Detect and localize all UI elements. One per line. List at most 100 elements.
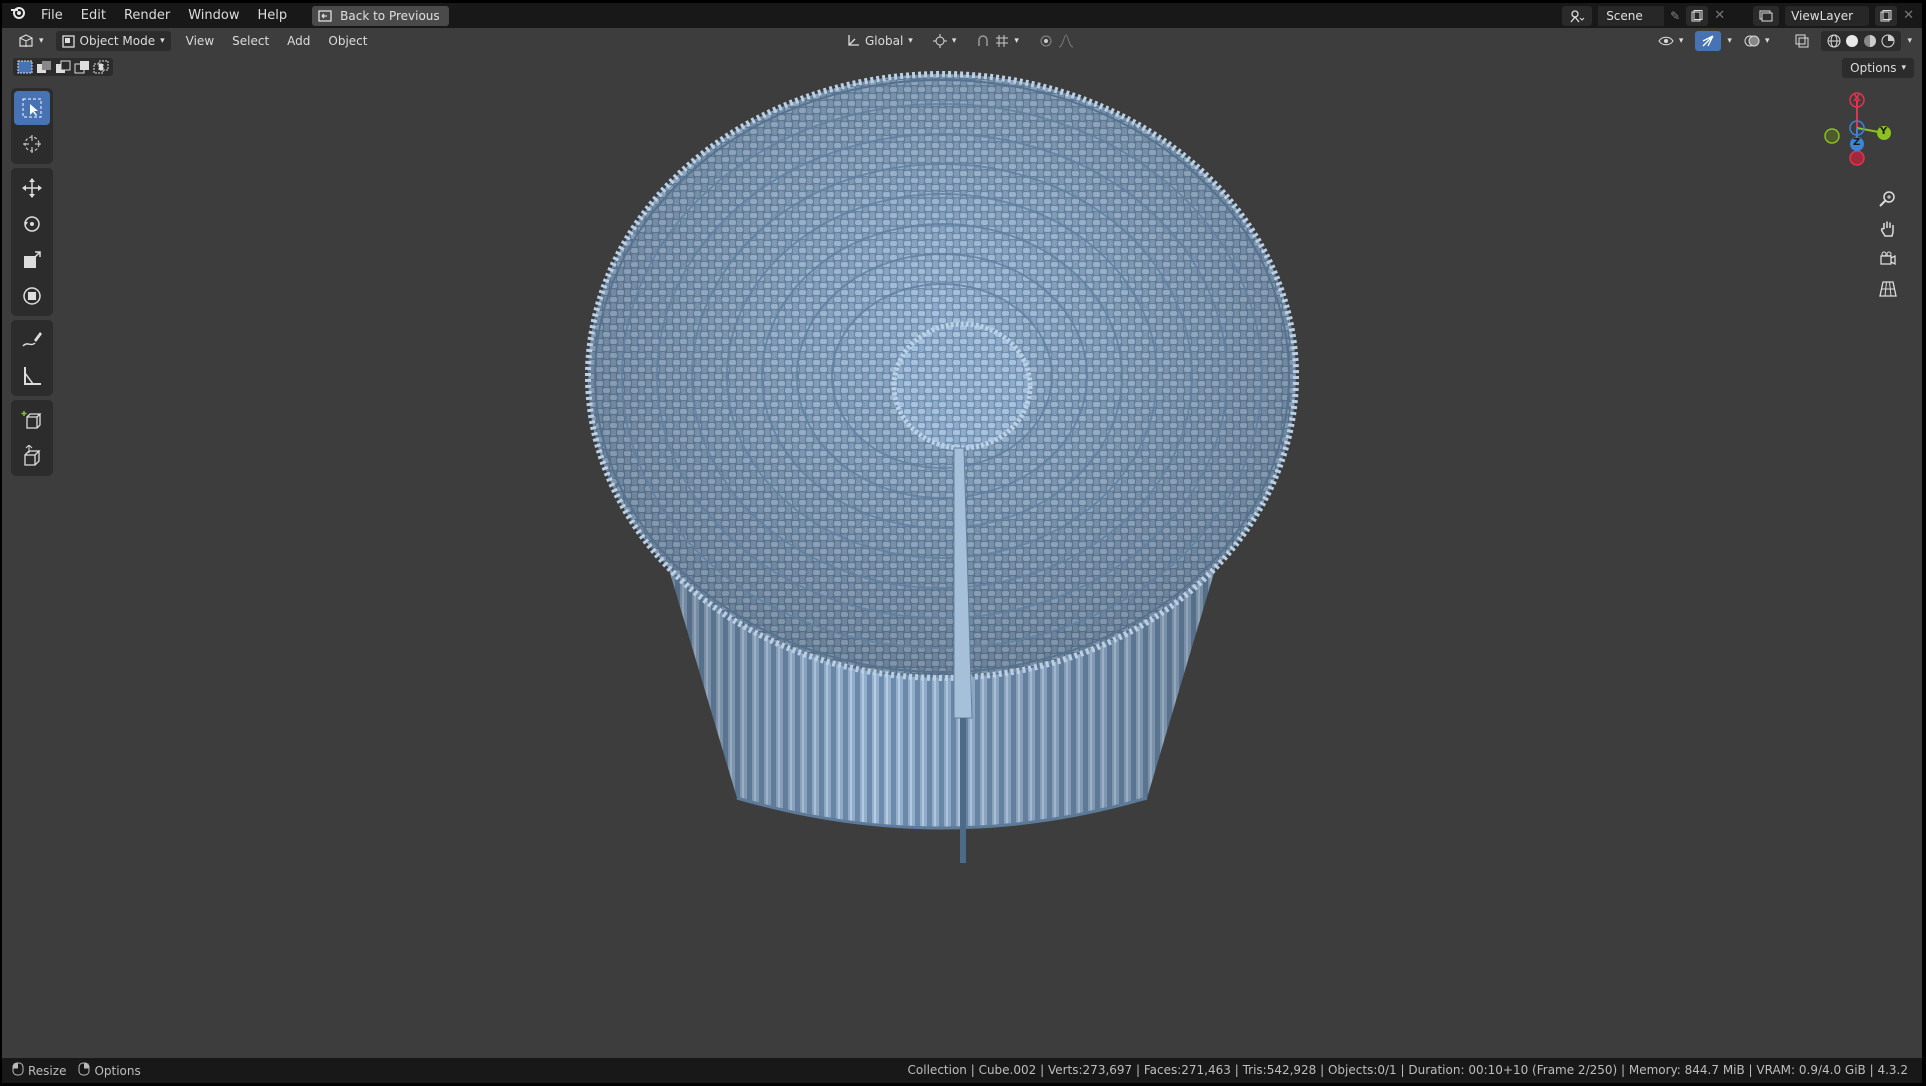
- overlays-toggle[interactable]: ▾: [1738, 31, 1776, 51]
- pivot-point-dropdown[interactable]: ▾: [927, 31, 963, 51]
- gizmo-icon: [1702, 35, 1714, 47]
- menu-select[interactable]: Select: [223, 34, 278, 48]
- gizmo-toggle[interactable]: [1695, 31, 1722, 51]
- transform-orientation-dropdown[interactable]: Global ▾: [840, 31, 919, 51]
- menu-object[interactable]: Object: [319, 34, 376, 48]
- pan-button[interactable]: [1875, 216, 1901, 242]
- chevron-down-icon: ▾: [1014, 36, 1019, 46]
- add-cube-icon: [21, 411, 42, 429]
- menu-file[interactable]: File: [32, 3, 72, 28]
- rotate-tool[interactable]: [14, 207, 50, 241]
- cursor-tool[interactable]: [14, 127, 50, 161]
- menu-help[interactable]: Help: [249, 3, 297, 28]
- scale-icon: [24, 251, 41, 268]
- extrude-icon: [24, 445, 41, 466]
- menu-render[interactable]: Render: [115, 3, 179, 28]
- snap-increment-icon: [996, 35, 1009, 47]
- axis-x-label: X: [1853, 93, 1861, 104]
- menu-window[interactable]: Window: [179, 3, 248, 28]
- view-layer-field[interactable]: ViewLayer: [1791, 9, 1853, 23]
- new-scene-icon[interactable]: [1686, 5, 1709, 26]
- new-view-layer-icon[interactable]: [1875, 5, 1898, 26]
- options-label: Options: [1850, 61, 1897, 75]
- delete-scene-icon[interactable]: ✕: [1714, 8, 1725, 23]
- xray-icon: [1795, 34, 1809, 48]
- status-resize: Resize: [28, 1063, 67, 1078]
- scene-statistics: Collection | Cube.002 | Verts:273,697 | …: [907, 1063, 1908, 1077]
- perspective-toggle-button[interactable]: [1875, 276, 1901, 302]
- rendered-shading-icon[interactable]: [1881, 34, 1895, 48]
- overlays-icon: [1744, 35, 1760, 47]
- snap-dropdown[interactable]: ▾: [970, 31, 1025, 51]
- move-tool[interactable]: [14, 171, 50, 205]
- object-mode-label: Object Mode: [79, 34, 156, 48]
- selection-mode-buttons: [13, 58, 113, 76]
- falloff-icon: [1058, 34, 1074, 48]
- material-shading-icon[interactable]: [1863, 34, 1877, 48]
- annotate-tool[interactable]: [14, 323, 50, 357]
- select-extend-icon[interactable]: [36, 60, 52, 74]
- hand-icon: [1880, 221, 1894, 237]
- rotate-icon: [24, 216, 40, 232]
- object-mode-icon: [61, 34, 75, 48]
- eye-icon: [1658, 36, 1674, 46]
- back-to-previous-label: Back to Previous: [340, 8, 440, 23]
- measure-icon: [24, 367, 41, 385]
- select-box-tool[interactable]: [14, 91, 50, 125]
- move-icon: [22, 178, 42, 198]
- chevron-down-icon[interactable]: ▾: [1727, 36, 1732, 46]
- extrude-tool[interactable]: [14, 439, 50, 473]
- select-subtract-icon[interactable]: [55, 60, 71, 74]
- snap-icon: [978, 35, 989, 46]
- chevron-down-icon: ▾: [908, 36, 913, 46]
- status-options: Options: [94, 1063, 141, 1078]
- scene-icon[interactable]: [1562, 5, 1593, 26]
- grid-icon: [1879, 281, 1897, 297]
- object-mode-dropdown[interactable]: Object Mode ▾: [55, 31, 171, 51]
- transform-icon: [23, 287, 41, 305]
- proportional-editing-button[interactable]: [1033, 31, 1080, 51]
- navigation-gizmo[interactable]: X Y Z: [1822, 90, 1912, 170]
- select-new-icon[interactable]: [17, 60, 33, 74]
- chevron-down-icon: ▾: [951, 36, 957, 46]
- camera-view-button[interactable]: [1875, 246, 1901, 272]
- chevron-down-icon[interactable]: ▾: [1907, 36, 1912, 46]
- measure-tool[interactable]: [14, 359, 50, 393]
- solid-shading-icon[interactable]: [1845, 34, 1859, 48]
- view-layer-icon[interactable]: [1753, 5, 1780, 26]
- blender-logo-icon[interactable]: [2, 3, 32, 28]
- editor-type-button[interactable]: ▾: [12, 31, 50, 51]
- delete-view-layer-icon[interactable]: ✕: [1903, 8, 1914, 23]
- scene-name-field[interactable]: Scene: [1598, 5, 1665, 26]
- options-dropdown[interactable]: Options ▾: [1842, 58, 1914, 78]
- select-intersect-icon[interactable]: [93, 60, 109, 74]
- zoom-icon: [1879, 191, 1895, 207]
- pin-icon[interactable]: ✎: [1670, 9, 1680, 23]
- menu-add[interactable]: Add: [278, 34, 319, 48]
- editor-type-icon: [19, 34, 33, 47]
- menu-view[interactable]: View: [177, 34, 223, 48]
- chevron-down-icon: ▾: [160, 36, 165, 46]
- orientation-icon: [848, 35, 859, 46]
- woven-basket-object[interactable]: [582, 58, 1302, 868]
- add-cube-tool[interactable]: [14, 403, 50, 437]
- tool-shelf: [11, 88, 53, 480]
- object-visibility-dropdown[interactable]: ▾: [1652, 31, 1690, 51]
- transform-tool[interactable]: [14, 279, 50, 313]
- shading-modes[interactable]: [1821, 31, 1902, 51]
- proportional-editing-icon: [1040, 35, 1052, 47]
- zoom-button[interactable]: [1875, 186, 1901, 212]
- viewport-header: ▾ Object Mode ▾ View Select Add Object G…: [2, 28, 1922, 54]
- pivot-icon: [932, 34, 947, 48]
- annotate-icon: [22, 332, 42, 347]
- menu-edit[interactable]: Edit: [72, 3, 115, 28]
- camera-icon: [1880, 251, 1896, 266]
- scale-tool[interactable]: [14, 243, 50, 277]
- status-bar: Resize Options Collection | Cube.002 | V…: [2, 1058, 1922, 1083]
- wireframe-shading-icon[interactable]: [1827, 34, 1841, 48]
- xray-toggle[interactable]: [1789, 31, 1815, 51]
- chevron-down-icon: ▾: [1678, 36, 1684, 46]
- select-invert-icon[interactable]: [74, 60, 90, 74]
- back-to-previous-button[interactable]: Back to Previous: [312, 5, 449, 26]
- 3d-viewport[interactable]: ▾ Object Mode ▾ View Select Add Object G…: [2, 28, 1922, 1058]
